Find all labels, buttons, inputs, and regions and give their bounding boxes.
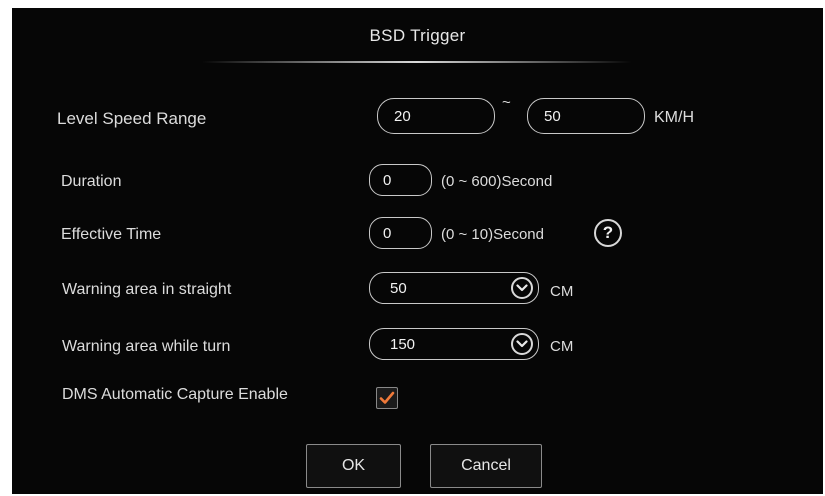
warning-straight-value: 50 xyxy=(390,279,407,297)
speed-unit: KM/H xyxy=(654,109,694,126)
warning-straight-select[interactable]: 50 xyxy=(369,272,539,304)
warning-straight-label: Warning area in straight xyxy=(62,281,232,298)
dms-capture-label: DMS Automatic Capture Enable xyxy=(62,386,288,403)
warning-turn-label: Warning area while turn xyxy=(62,338,231,355)
duration-label: Duration xyxy=(61,173,122,190)
bsd-trigger-dialog: BSD Trigger Level Speed Range ~ KM/H Dur… xyxy=(12,8,823,494)
help-icon[interactable]: ? xyxy=(594,219,622,247)
speed-range-separator: ~ xyxy=(502,94,511,111)
effective-time-input[interactable] xyxy=(369,217,432,249)
speed-min-input[interactable] xyxy=(377,98,495,134)
warning-turn-select[interactable]: 150 xyxy=(369,328,539,360)
checkmark-icon xyxy=(379,391,395,404)
effective-time-range: (0 ~ 10)Second xyxy=(441,226,544,243)
duration-input[interactable] xyxy=(369,164,432,196)
warning-turn-unit: CM xyxy=(550,338,574,355)
warning-straight-unit: CM xyxy=(550,283,574,300)
ok-button[interactable]: OK xyxy=(306,444,401,488)
warning-turn-value: 150 xyxy=(390,335,416,353)
level-speed-label: Level Speed Range xyxy=(57,109,207,128)
chevron-down-icon[interactable] xyxy=(511,277,533,299)
effective-time-label: Effective Time xyxy=(61,226,162,243)
speed-max-input[interactable] xyxy=(527,98,645,134)
chevron-down-icon[interactable] xyxy=(511,333,533,355)
duration-range: (0 ~ 600)Second xyxy=(441,173,553,190)
dms-capture-checkbox[interactable] xyxy=(376,387,398,409)
cancel-button[interactable]: Cancel xyxy=(430,444,542,488)
title-divider xyxy=(202,61,632,63)
dialog-title: BSD Trigger xyxy=(369,26,466,45)
